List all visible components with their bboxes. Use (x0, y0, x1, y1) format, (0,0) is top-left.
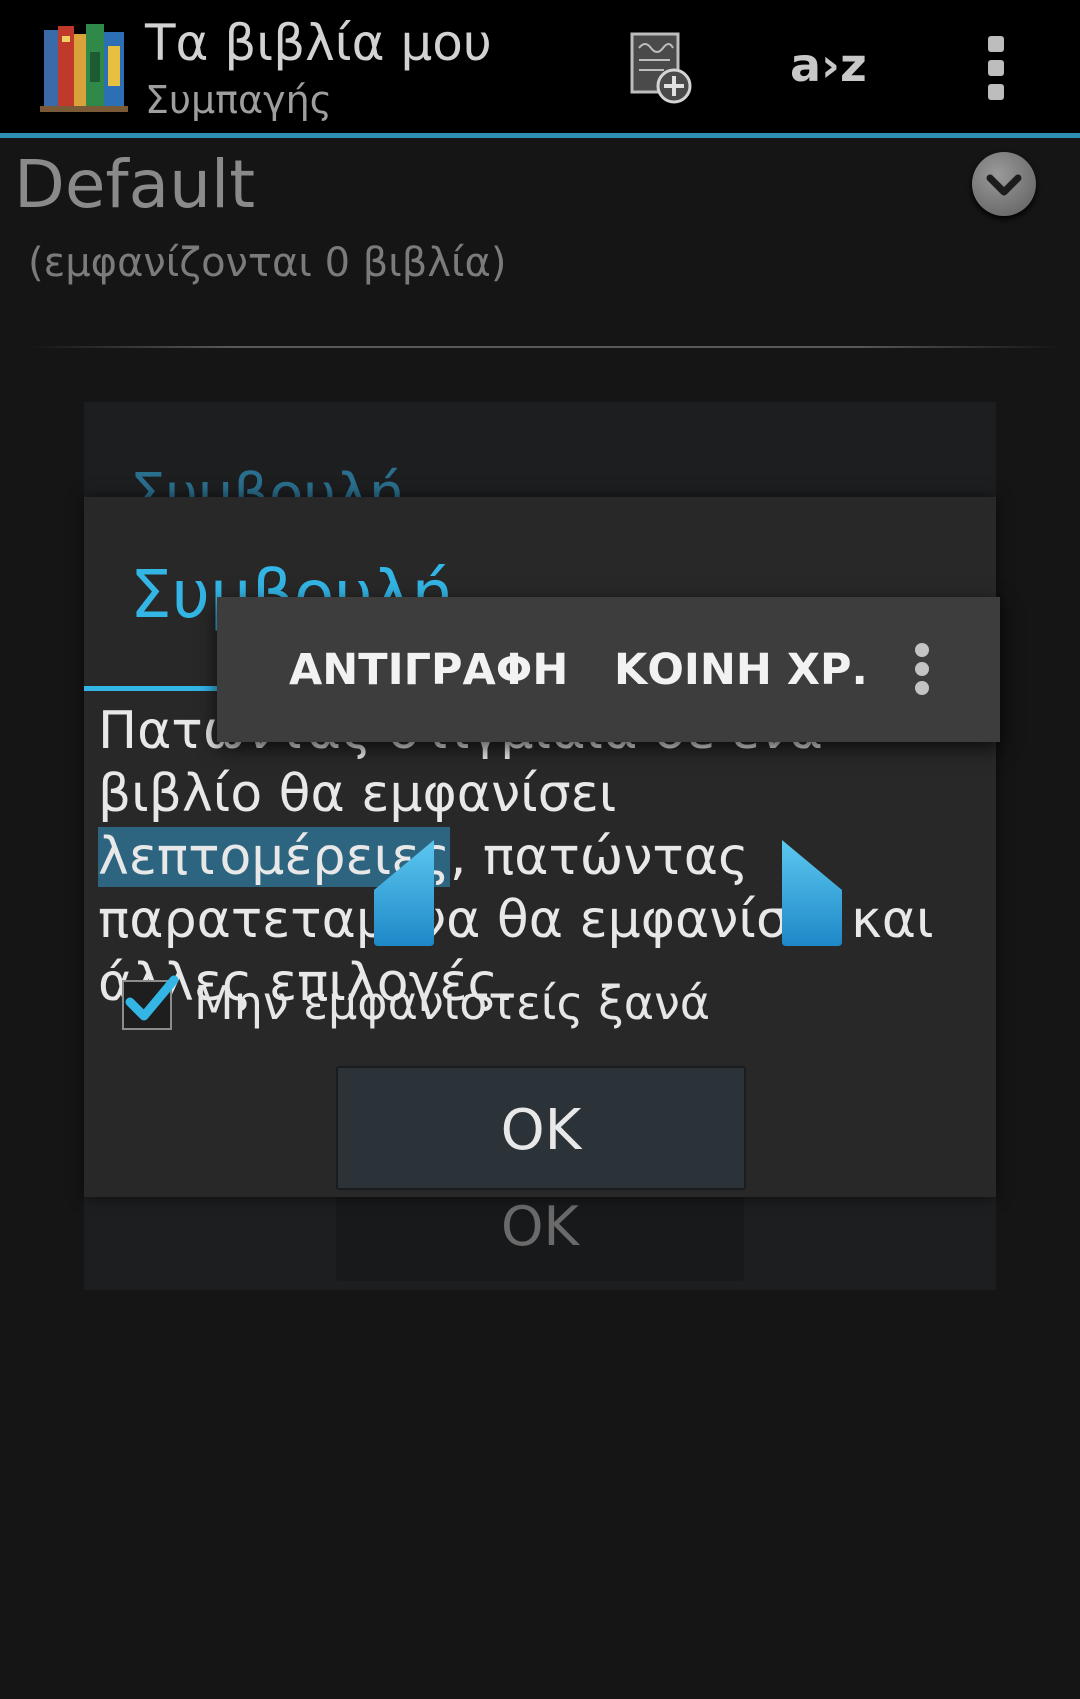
checkmark-icon (125, 975, 179, 1021)
add-book-icon[interactable] (628, 30, 694, 106)
overflow-menu-icon[interactable] (915, 643, 929, 695)
book-count: (εμφανίζονται 0 βιβλία) (28, 240, 507, 286)
action-bar-divider (0, 133, 1080, 138)
sort-button[interactable]: a›z (790, 38, 867, 92)
selection-start-handle[interactable] (370, 838, 438, 948)
app-subtitle: Συμπαγής (145, 78, 332, 122)
background-ok-label: OK (501, 1195, 579, 1258)
shelf-divider (30, 346, 1060, 348)
shelf-toggle-button[interactable] (972, 152, 1036, 216)
books-icon[interactable] (40, 22, 128, 112)
dont-show-again-label[interactable]: Μην εμφανιστείς ξανά (194, 976, 710, 1030)
app-title: Τα βιβλία μου (145, 14, 492, 72)
ok-button[interactable]: OK (336, 1066, 746, 1190)
copy-button[interactable]: ΑΝΤΙΓΡΑΦΗ (289, 645, 568, 695)
dont-show-again-checkbox[interactable] (122, 975, 179, 1030)
text-selection-toolbar: ΑΝΤΙΓΡΑΦΗ ΚΟΙΝΗ ΧΡ. (217, 597, 1000, 742)
chevron-down-icon (986, 174, 1022, 196)
shelf-name[interactable]: Default (14, 146, 255, 223)
overflow-menu-icon[interactable] (988, 36, 1004, 100)
ok-button-label: OK (500, 1098, 582, 1163)
selection-end-handle[interactable] (778, 838, 846, 948)
share-button[interactable]: ΚΟΙΝΗ ΧΡ. (614, 645, 868, 695)
dialog-message[interactable]: Πατώντας στιγμιαία σε ένα βιβλίο θα εμφα… (98, 700, 978, 1015)
